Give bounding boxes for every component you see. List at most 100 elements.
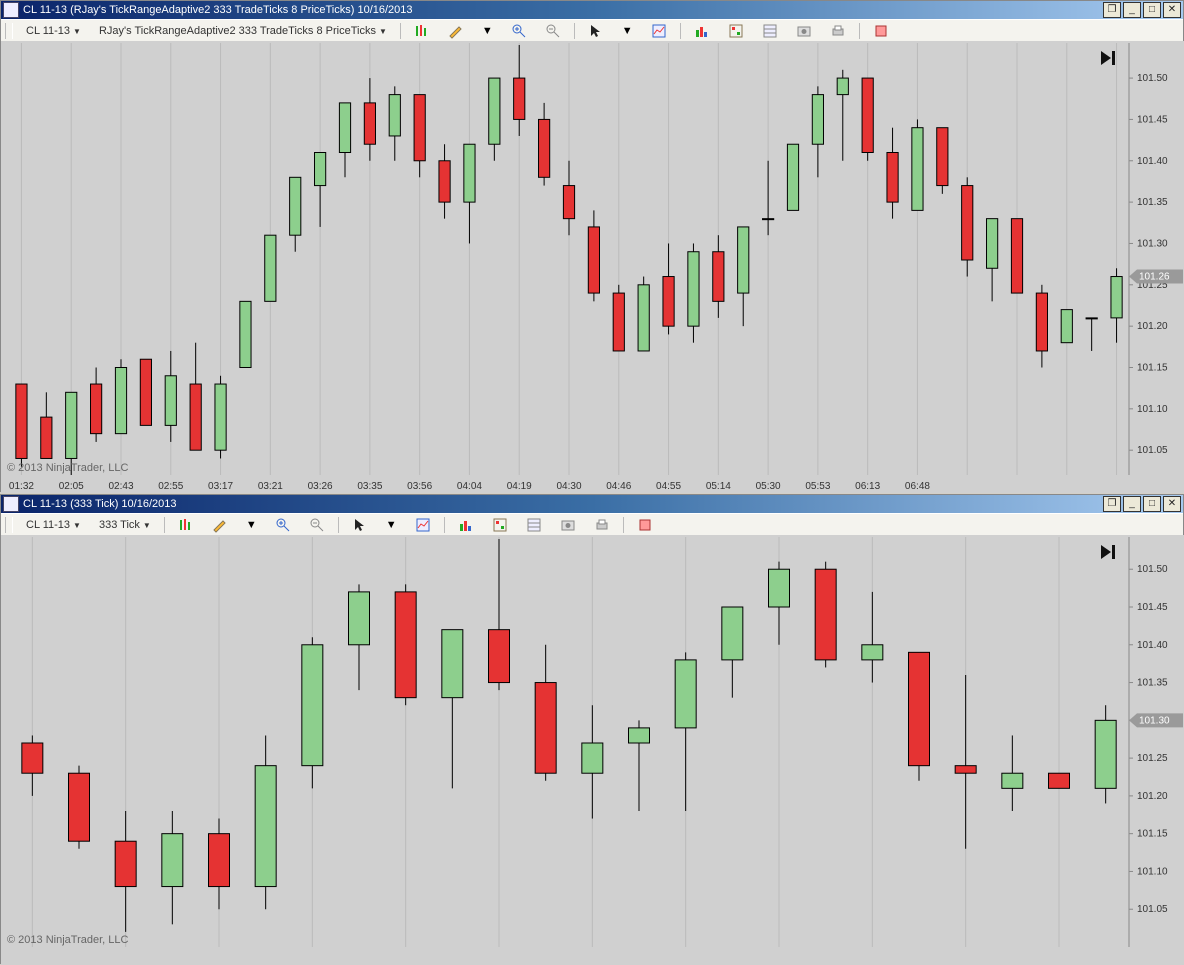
indicators-button[interactable] — [687, 21, 717, 41]
bars-style-button[interactable] — [407, 21, 437, 41]
cursor-button[interactable] — [581, 21, 611, 41]
snapshot-button-icon — [560, 517, 576, 533]
candle — [302, 645, 323, 766]
maximize-button[interactable]: □ — [1143, 496, 1161, 512]
candle — [663, 277, 674, 327]
interval-dropdown[interactable]: RJay's TickRangeAdaptive2 333 TradeTicks… — [92, 21, 394, 41]
candle — [209, 834, 230, 887]
strategies-button[interactable] — [721, 21, 751, 41]
window-linker-button[interactable] — [630, 515, 660, 535]
y-tick-label: 101.15 — [1137, 363, 1168, 374]
candle — [769, 569, 790, 607]
zoom-out-button[interactable] — [538, 21, 568, 41]
candle — [987, 219, 998, 269]
properties-button-icon — [762, 23, 778, 39]
candle — [1049, 773, 1070, 788]
candle — [1086, 318, 1097, 319]
zoom-in-button[interactable] — [268, 515, 298, 535]
candle — [787, 144, 798, 210]
strategies-button[interactable] — [485, 515, 515, 535]
x-tick-label: 02:55 — [158, 481, 183, 492]
chart-area[interactable]: 101.05101.10101.15101.20101.25101.30101.… — [1, 535, 1183, 963]
x-tick-label: 01:32 — [9, 481, 34, 492]
candlestick-chart[interactable]: 101.05101.10101.15101.20101.25101.30101.… — [1, 535, 1184, 965]
indicators-button-icon — [694, 23, 710, 39]
print-button[interactable] — [823, 21, 853, 41]
candle — [955, 766, 976, 774]
y-tick-label: 101.50 — [1137, 564, 1168, 575]
instrument-dropdown[interactable]: CL 11-13▼ — [19, 21, 88, 41]
toolbar-grip[interactable] — [5, 517, 13, 533]
x-tick-label: 03:21 — [258, 481, 283, 492]
y-tick-label: 101.10 — [1137, 404, 1168, 415]
print-button-icon — [594, 517, 610, 533]
draw-dropdown[interactable]: ▼ — [475, 21, 500, 41]
candle — [862, 78, 873, 152]
candle — [395, 592, 416, 698]
window-linker-button-icon — [637, 517, 653, 533]
candle — [588, 227, 599, 293]
candle — [140, 359, 151, 425]
y-tick-label: 101.05 — [1137, 904, 1168, 915]
properties-button[interactable] — [755, 21, 785, 41]
cursor-button-icon — [588, 23, 604, 39]
chart-panel-top: CL 11-13 (RJay's TickRangeAdaptive2 333 … — [0, 0, 1184, 492]
y-tick-label: 101.30 — [1137, 238, 1168, 249]
candle — [22, 743, 43, 773]
bars-style-button[interactable] — [171, 515, 201, 535]
snapshot-button[interactable] — [553, 515, 583, 535]
window-linker-button[interactable] — [866, 21, 896, 41]
strategies-button-icon — [492, 517, 508, 533]
print-button[interactable] — [587, 515, 617, 535]
candle — [812, 95, 823, 145]
candle — [887, 153, 898, 203]
draw-pencil-button[interactable] — [441, 21, 471, 41]
title-bar[interactable]: CL 11-13 (RJay's TickRangeAdaptive2 333 … — [1, 1, 1183, 19]
tab-button[interactable]: ❐ — [1103, 2, 1121, 18]
interval-label: 333 Tick — [99, 519, 140, 531]
cursor-dropdown[interactable]: ▼ — [615, 21, 640, 41]
last-price-label: 101.30 — [1139, 715, 1170, 726]
candle — [962, 186, 973, 260]
candle — [862, 645, 883, 660]
y-tick-label: 101.45 — [1137, 602, 1168, 613]
cursor-dropdown[interactable]: ▼ — [379, 515, 404, 535]
window-title: CL 11-13 (333 Tick) 10/16/2013 — [23, 498, 176, 510]
candle — [255, 766, 276, 887]
window-linker-button-icon — [873, 23, 889, 39]
data-series-button[interactable] — [408, 515, 438, 535]
properties-button[interactable] — [519, 515, 549, 535]
snapshot-button[interactable] — [789, 21, 819, 41]
zoom-out-button[interactable] — [302, 515, 332, 535]
bars-style-button-icon — [178, 517, 194, 533]
data-series-button[interactable] — [644, 21, 674, 41]
candle — [713, 252, 724, 302]
minimize-button[interactable]: _ — [1123, 2, 1141, 18]
toolbar-grip[interactable] — [5, 23, 13, 39]
title-bar[interactable]: CL 11-13 (333 Tick) 10/16/2013 ❐_□✕ — [1, 495, 1183, 513]
maximize-button[interactable]: □ — [1143, 2, 1161, 18]
interval-dropdown[interactable]: 333 Tick▼ — [92, 515, 158, 535]
indicators-button-icon — [458, 517, 474, 533]
candlestick-chart[interactable]: 01:3202:0502:4302:5503:1703:2103:2603:35… — [1, 41, 1184, 493]
chart-area[interactable]: 01:3202:0502:4302:5503:1703:2103:2603:35… — [1, 41, 1183, 491]
candle — [815, 569, 836, 660]
candle — [582, 743, 603, 773]
candle — [1095, 720, 1116, 788]
y-tick-label: 101.15 — [1137, 829, 1168, 840]
x-tick-label: 03:17 — [208, 481, 233, 492]
y-tick-label: 101.40 — [1137, 156, 1168, 167]
zoom-in-button[interactable] — [504, 21, 534, 41]
cursor-button[interactable] — [345, 515, 375, 535]
minimize-button[interactable]: _ — [1123, 496, 1141, 512]
draw-dropdown[interactable]: ▼ — [239, 515, 264, 535]
close-button[interactable]: ✕ — [1163, 496, 1181, 512]
draw-pencil-button[interactable] — [205, 515, 235, 535]
instrument-dropdown[interactable]: CL 11-13▼ — [19, 515, 88, 535]
y-tick-label: 101.50 — [1137, 73, 1168, 84]
cursor-button-icon — [352, 517, 368, 533]
zoom-in-button-icon — [275, 517, 291, 533]
tab-button[interactable]: ❐ — [1103, 496, 1121, 512]
close-button[interactable]: ✕ — [1163, 2, 1181, 18]
indicators-button[interactable] — [451, 515, 481, 535]
